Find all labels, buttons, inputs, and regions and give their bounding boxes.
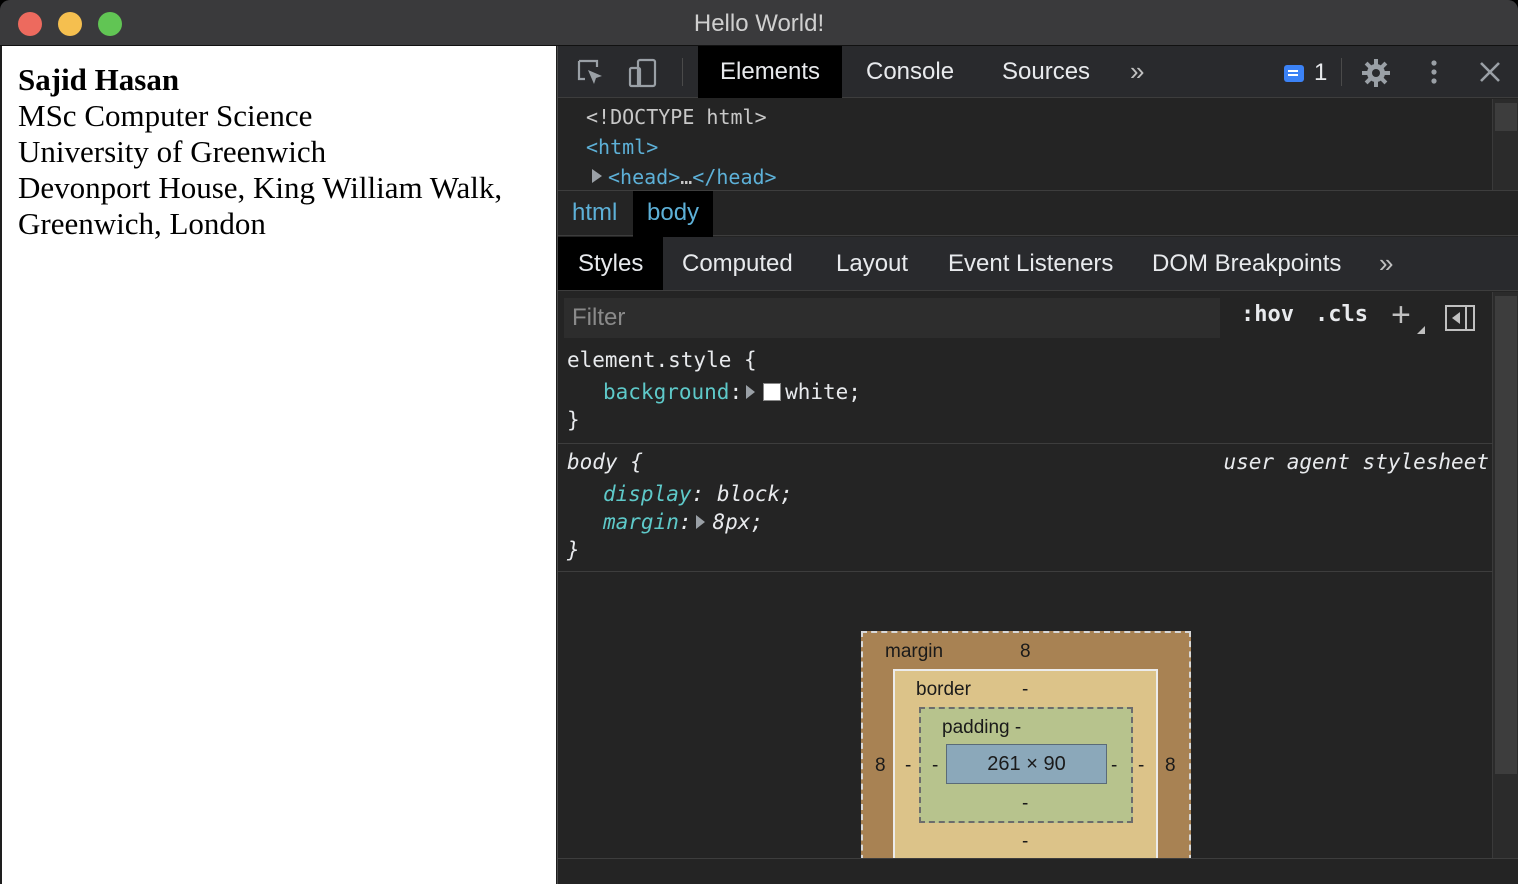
- css-declaration[interactable]: background: white;: [603, 380, 861, 404]
- margin-left-value[interactable]: 8: [875, 755, 886, 777]
- devtools-toolbar: Elements Console Sources » 1: [558, 46, 1518, 98]
- dom-html-node[interactable]: <html>: [586, 135, 658, 159]
- css-declaration[interactable]: margin: 8px;: [603, 510, 763, 534]
- tab-sources[interactable]: Sources: [980, 46, 1112, 98]
- gear-icon[interactable]: [1361, 58, 1391, 88]
- expand-triangle-icon[interactable]: [592, 169, 602, 183]
- tab-event-listeners[interactable]: Event Listeners: [928, 237, 1133, 290]
- dom-head-node[interactable]: <head>…</head>: [592, 165, 777, 189]
- devtools-bottom-bar: [558, 858, 1518, 884]
- element-style-rule: element.style { background: white; }: [558, 344, 1493, 444]
- class-toggle-button[interactable]: .cls: [1315, 302, 1368, 327]
- tab-console[interactable]: Console: [844, 46, 976, 98]
- dom-tree: <!DOCTYPE html> <html> <head>…</head>: [558, 99, 1493, 189]
- padding-right-value[interactable]: -: [1111, 755, 1117, 777]
- toolbar-divider: [682, 58, 683, 86]
- tab-computed[interactable]: Computed: [662, 237, 813, 290]
- rule-selector[interactable]: element.style {: [567, 348, 757, 372]
- margin-right-value[interactable]: 8: [1165, 755, 1176, 777]
- messages-badge[interactable]: 1: [1284, 59, 1328, 86]
- rule-source: user agent stylesheet: [1223, 450, 1489, 474]
- margin-top-value[interactable]: 8: [1020, 641, 1031, 663]
- new-rule-button[interactable]: +: [1391, 296, 1411, 335]
- message-icon: [1284, 64, 1304, 82]
- hover-state-button[interactable]: :hov: [1241, 302, 1294, 327]
- box-model-content[interactable]: 261 × 90: [946, 744, 1107, 784]
- dom-doctype[interactable]: <!DOCTYPE html>: [586, 105, 767, 129]
- padding-bottom-value[interactable]: -: [1022, 793, 1028, 815]
- styles-rules: element.style { background: white; } body…: [558, 344, 1493, 572]
- page-viewport: Sajid Hasan MSc Computer Science Univers…: [2, 46, 556, 884]
- more-tabs-icon[interactable]: »: [1130, 56, 1144, 87]
- dom-scroll-thumb[interactable]: [1495, 103, 1517, 131]
- breadcrumb-html[interactable]: html: [558, 191, 631, 237]
- toolbar-divider: [1341, 58, 1342, 86]
- border-right-value[interactable]: -: [1138, 755, 1144, 777]
- border-top-value[interactable]: -: [1022, 679, 1028, 701]
- new-rule-menu-icon[interactable]: [1417, 326, 1425, 334]
- expand-triangle-icon[interactable]: [695, 515, 705, 529]
- page-content: Sajid Hasan MSc Computer Science Univers…: [18, 62, 502, 242]
- border-label: border: [916, 679, 971, 700]
- tab-styles[interactable]: Styles: [558, 237, 664, 290]
- breadcrumb-body[interactable]: body: [633, 191, 714, 237]
- tab-dom-breakpoints[interactable]: DOM Breakpoints: [1132, 237, 1361, 290]
- page-line: MSc Computer Science: [18, 98, 313, 133]
- page-line: Greenwich, London: [18, 206, 266, 241]
- color-swatch[interactable]: [763, 383, 782, 401]
- expand-triangle-icon[interactable]: [746, 385, 756, 399]
- styles-filter-bar: Filter :hov .cls +: [558, 292, 1493, 344]
- device-toolbar-icon[interactable]: [628, 58, 658, 88]
- styles-scrollbar[interactable]: [1492, 292, 1518, 858]
- tab-elements[interactable]: Elements: [698, 46, 843, 98]
- browser-window: Hello World! Sajid Hasan MSc Computer Sc…: [0, 0, 1518, 884]
- breadcrumb: html body: [558, 190, 1518, 237]
- toggle-sidebar-icon[interactable]: [1445, 305, 1475, 331]
- dom-scrollbar[interactable]: [1492, 99, 1518, 190]
- inspect-element-icon[interactable]: [576, 58, 606, 88]
- page-line: Devonport House, King William Walk,: [18, 170, 503, 205]
- window-title: Hello World!: [693, 10, 825, 37]
- box-model: 261 × 90 margin 8 8 8 border - - - - pad…: [558, 574, 1493, 871]
- padding-label: padding -: [942, 717, 1022, 738]
- devtools-panel: Elements Console Sources » 1 <!DOCTYPE h…: [557, 46, 1518, 884]
- rule-close: }: [567, 408, 580, 432]
- tab-layout[interactable]: Layout: [816, 237, 928, 290]
- border-bottom-value[interactable]: -: [1022, 831, 1028, 853]
- css-declaration[interactable]: display: block;: [603, 482, 793, 506]
- border-left-value[interactable]: -: [905, 755, 911, 777]
- styles-pane-tabs: Styles Computed Layout Event Listeners D…: [558, 237, 1518, 291]
- margin-label: margin: [885, 641, 944, 662]
- page-line: University of Greenwich: [18, 134, 327, 169]
- close-icon[interactable]: [1476, 58, 1506, 88]
- styles-scroll-thumb[interactable]: [1495, 296, 1517, 774]
- body-ua-rule: body { user agent stylesheet display: bl…: [558, 444, 1493, 572]
- rule-close: }: [567, 538, 580, 562]
- padding-left-value[interactable]: -: [932, 755, 938, 777]
- message-count: 1: [1314, 59, 1328, 86]
- filter-input[interactable]: Filter: [564, 298, 1220, 338]
- author-name: Sajid Hasan: [18, 62, 180, 97]
- kebab-menu-icon[interactable]: [1422, 58, 1452, 88]
- title-bar: Hello World!: [0, 0, 1518, 46]
- rule-selector[interactable]: body {: [567, 450, 643, 474]
- more-subtabs-icon[interactable]: »: [1379, 248, 1393, 279]
